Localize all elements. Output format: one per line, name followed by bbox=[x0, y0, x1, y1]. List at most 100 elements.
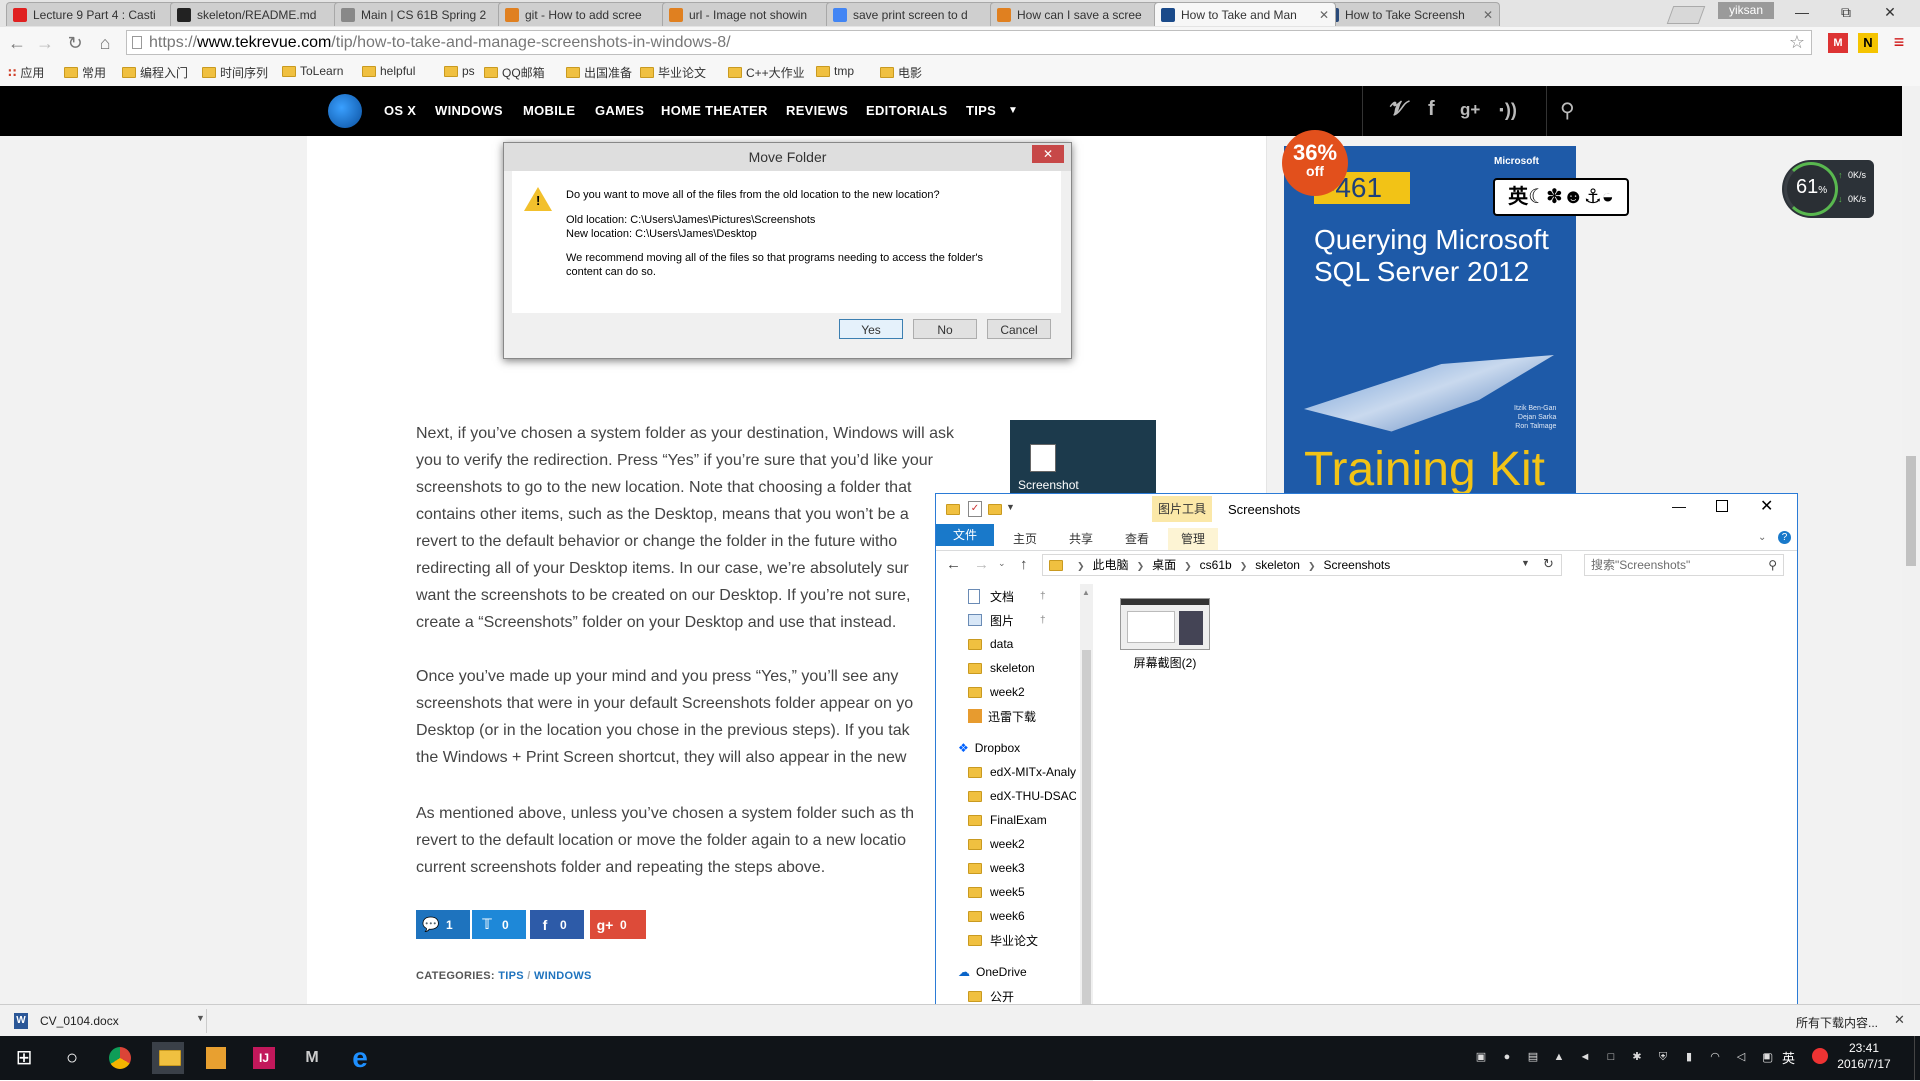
share-button[interactable]: 𝕋0 bbox=[472, 910, 526, 939]
qat-dropdown-icon[interactable]: ▼ bbox=[1006, 502, 1015, 512]
bookmark-item[interactable]: 出国准备 bbox=[566, 64, 632, 81]
rss-icon[interactable]: ⋅)) bbox=[1498, 100, 1517, 121]
site-nav-reviews[interactable]: REVIEWS bbox=[786, 86, 848, 136]
dialog-close-button[interactable]: ✕ bbox=[1032, 145, 1064, 163]
home-icon[interactable]: ⌂ bbox=[92, 30, 118, 56]
explorer-address-bar[interactable]: ❯ 此电脑 ❯ 桌面 ❯ cs61b ❯ skeleton ❯ Screenshots ▼ ↻ bbox=[1042, 554, 1562, 576]
search-icon[interactable]: ⚲ bbox=[1560, 98, 1575, 123]
ribbon-home-tab[interactable]: 主页 bbox=[1000, 528, 1050, 550]
twitter-icon[interactable]: 𝓥 bbox=[1390, 98, 1407, 121]
breadcrumb-item[interactable]: 桌面 bbox=[1152, 558, 1176, 572]
nav-tree-item[interactable]: FinalExam bbox=[968, 808, 1047, 832]
nav-tree-item[interactable]: 毕业论文 bbox=[968, 928, 1038, 952]
nav-tree-item[interactable]: 文档 † bbox=[968, 584, 1046, 608]
nav-tree-item[interactable]: week2 bbox=[968, 680, 1025, 704]
breadcrumb-separator-icon[interactable]: ❯ bbox=[1240, 561, 1248, 571]
tray-app-icon[interactable]: ▣ bbox=[1474, 1050, 1488, 1064]
browser-tab[interactable]: url - Image not showin✕ bbox=[662, 2, 844, 26]
nav-tree-item[interactable]: edX-MITx-Analy bbox=[968, 760, 1076, 784]
nav-tree-item[interactable]: week3 bbox=[968, 856, 1025, 880]
share-button[interactable]: f0 bbox=[530, 910, 584, 939]
show-desktop-button[interactable] bbox=[1914, 1036, 1920, 1080]
explorer-maximize-button[interactable] bbox=[1716, 500, 1728, 512]
bookmark-item[interactable]: 毕业论文 bbox=[640, 64, 706, 81]
browser-tab[interactable]: How to Take and Man ✕ bbox=[1154, 2, 1336, 26]
back-button[interactable]: ← bbox=[4, 30, 30, 56]
network-gauge-widget[interactable]: 61% ↑ 0K/s ↓ 0K/s bbox=[1782, 160, 1874, 218]
breadcrumb-separator-icon[interactable]: ❯ bbox=[1184, 561, 1192, 571]
ribbon-manage-tab[interactable]: 管理 bbox=[1168, 528, 1218, 550]
nav-tree-item[interactable]: edX-THU-DSAC bbox=[968, 784, 1076, 808]
google-plus-icon[interactable]: g+ bbox=[1460, 100, 1480, 120]
nav-tree-item[interactable]: skeleton bbox=[968, 656, 1035, 680]
ribbon-view-tab[interactable]: 查看 bbox=[1112, 528, 1162, 550]
start-button[interactable]: ⊞ bbox=[8, 1042, 40, 1074]
file-thumbnail[interactable] bbox=[1120, 598, 1210, 650]
new-folder-icon[interactable] bbox=[988, 503, 1006, 518]
explorer-close-button[interactable]: ✕ bbox=[1760, 496, 1773, 516]
bookmark-star-icon[interactable]: ☆ bbox=[1789, 31, 1805, 54]
nav-tree-item[interactable]: ❖ Dropbox bbox=[958, 736, 1020, 760]
volume-icon[interactable]: ◁ bbox=[1734, 1050, 1748, 1064]
bookmark-item[interactable]: ToLearn bbox=[282, 64, 343, 78]
browser-tab[interactable]: save print screen to d✕ bbox=[826, 2, 1008, 26]
breadcrumb-separator-icon[interactable]: ❯ bbox=[1077, 561, 1085, 571]
download-menu-icon[interactable]: ▼ bbox=[196, 1013, 205, 1023]
nvidia-icon[interactable]: ▲ bbox=[1552, 1050, 1566, 1064]
cancel-button[interactable]: Cancel bbox=[987, 319, 1051, 339]
explorer-minimize-button[interactable]: — bbox=[1672, 498, 1686, 514]
notification-icon[interactable]: ▢ bbox=[1762, 1050, 1773, 1064]
forward-button[interactable]: → bbox=[32, 30, 58, 56]
up-button[interactable]: ↑ bbox=[1020, 556, 1028, 573]
site-nav-mobile[interactable]: MOBILE bbox=[523, 86, 575, 136]
pin-icon[interactable]: † bbox=[1040, 591, 1046, 602]
yes-button[interactable]: Yes bbox=[839, 319, 903, 339]
clock-date[interactable]: 2016/7/17 bbox=[1832, 1057, 1896, 1071]
close-download-bar-button[interactable]: ✕ bbox=[1894, 1012, 1905, 1028]
browser-tab[interactable]: git - How to add scree✕ bbox=[498, 2, 680, 26]
explorer-forward-button[interactable]: → bbox=[974, 556, 989, 573]
breadcrumb-item[interactable]: cs61b bbox=[1200, 558, 1232, 572]
breadcrumb-item[interactable]: skeleton bbox=[1255, 558, 1300, 572]
breadcrumb-item[interactable]: Screenshots bbox=[1324, 558, 1391, 572]
bookmark-apps[interactable]: ∷ 应用 bbox=[8, 64, 44, 81]
tray-arrow-icon[interactable]: ◄ bbox=[1578, 1050, 1592, 1064]
nav-tree-item[interactable]: 迅雷下载 bbox=[968, 704, 1036, 728]
nav-tree-item[interactable]: 图片 † bbox=[968, 608, 1046, 632]
bookmark-item[interactable]: ps bbox=[444, 64, 475, 78]
browser-tab[interactable]: Main | CS 61B Spring 2✕ bbox=[334, 2, 516, 26]
no-button[interactable]: No bbox=[913, 319, 977, 339]
edge-icon[interactable]: e bbox=[344, 1042, 376, 1074]
browser-tab[interactable]: Lecture 9 Part 4 : Casti✕ bbox=[6, 2, 188, 26]
tray-display-icon[interactable]: □ bbox=[1604, 1050, 1618, 1064]
scrollbar-thumb[interactable] bbox=[1906, 456, 1916, 566]
close-window-button[interactable]: ✕ bbox=[1868, 0, 1912, 24]
profile-button[interactable]: yiksan bbox=[1718, 2, 1774, 19]
site-nav-tips[interactable]: TIPS bbox=[966, 86, 996, 136]
share-button[interactable]: 💬 1 bbox=[416, 910, 470, 939]
nav-tree-item[interactable]: week2 bbox=[968, 832, 1025, 856]
site-nav-editorials[interactable]: EDITORIALS bbox=[866, 86, 948, 136]
download-item[interactable]: W CV_0104.docx ▼ bbox=[6, 1009, 207, 1033]
new-tab-button[interactable] bbox=[1666, 6, 1706, 24]
nav-pane-scroll-thumb[interactable] bbox=[1082, 650, 1091, 1010]
app-m-icon[interactable]: M bbox=[296, 1042, 328, 1074]
tab-close-icon[interactable]: ✕ bbox=[1483, 8, 1493, 22]
wifi-icon[interactable]: ◠ bbox=[1708, 1050, 1722, 1064]
properties-icon[interactable]: ✓ bbox=[968, 501, 982, 517]
site-nav-games[interactable]: GAMES bbox=[595, 86, 644, 136]
nav-tree-item[interactable]: week5 bbox=[968, 880, 1025, 904]
explorer-back-button[interactable]: ← bbox=[946, 556, 961, 573]
bookmark-item[interactable]: helpful bbox=[362, 64, 415, 78]
scroll-up-icon[interactable]: ▲ bbox=[1082, 588, 1090, 597]
site-nav-os-x[interactable]: OS X bbox=[384, 86, 416, 136]
breadcrumb-separator-icon[interactable]: ❯ bbox=[1308, 561, 1316, 571]
browser-tab[interactable]: skeleton/README.md✕ bbox=[170, 2, 352, 26]
recent-locations-icon[interactable]: ⌄ bbox=[998, 558, 1006, 569]
facebook-icon[interactable]: f bbox=[1428, 98, 1435, 121]
wechat-icon[interactable]: ● bbox=[1500, 1050, 1514, 1064]
site-nav-windows[interactable]: WINDOWS bbox=[435, 86, 503, 136]
extension-gmail-icon[interactable]: M bbox=[1828, 33, 1848, 53]
category-link-windows[interactable]: WINDOWS bbox=[534, 970, 592, 982]
nav-tree-item[interactable]: week6 bbox=[968, 904, 1025, 928]
